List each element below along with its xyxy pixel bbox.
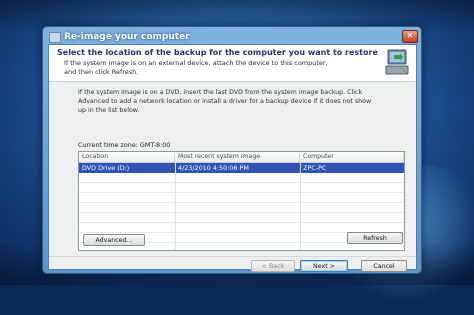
row-divider — [79, 182, 404, 183]
advanced-button[interactable]: Advanced... — [83, 234, 145, 246]
row-computer: ZPC-PC — [303, 164, 327, 172]
footer-divider — [49, 256, 416, 257]
close-button[interactable]: ✕ — [402, 30, 418, 43]
column-header-computer[interactable]: Computer — [300, 152, 404, 162]
instructions-line1: If the system image is on a DVD, insert … — [78, 89, 363, 96]
column-header-location[interactable]: Location — [79, 152, 175, 162]
column-header-image[interactable]: Most recent system image — [175, 152, 300, 162]
dialog-header: Select the location of the backup for th… — [49, 45, 416, 82]
row-divider — [79, 212, 404, 213]
instructions-text: If the system image is on a DVD, insert … — [78, 88, 403, 115]
refresh-button[interactable]: Refresh — [347, 232, 403, 244]
row-location: DVD Drive (D:) — [82, 164, 130, 172]
instructions-line2: Advanced to add a network location or in… — [78, 98, 372, 105]
timezone-label: Current time zone: GMT-8:00 — [78, 141, 171, 149]
header-title: Select the location of the backup for th… — [57, 48, 378, 57]
back-button[interactable]: < Back — [251, 260, 295, 272]
dialog-client-area: Select the location of the backup for th… — [48, 44, 417, 272]
instructions-line3: up in the list below. — [78, 107, 140, 114]
list-header: Location Most recent system image Comput… — [79, 152, 404, 163]
title-bar: Re-image your computer — [49, 30, 401, 44]
column-divider — [175, 162, 176, 250]
next-button[interactable]: Next > — [300, 260, 348, 272]
row-divider — [79, 202, 404, 203]
table-row[interactable]: DVD Drive (D:) 4/23/2010 4:50:06 PM ZPC-… — [79, 163, 404, 173]
backup-restore-icon — [385, 49, 409, 75]
header-subtitle: If the system image is on an external de… — [64, 59, 328, 77]
reimage-dialog: Re-image your computer ✕ Select the loca… — [42, 26, 422, 274]
column-divider — [300, 162, 301, 250]
window-title: Re-image your computer — [64, 32, 190, 42]
row-image-date: 4/23/2010 4:50:06 PM — [178, 164, 249, 172]
row-divider — [79, 192, 404, 193]
header-subtitle-line1: If the system image is on an external de… — [64, 59, 328, 67]
window-icon — [49, 31, 61, 43]
cancel-button[interactable]: Cancel — [361, 260, 407, 272]
row-divider — [79, 222, 404, 223]
header-subtitle-line2: and then click Refresh. — [64, 68, 139, 76]
